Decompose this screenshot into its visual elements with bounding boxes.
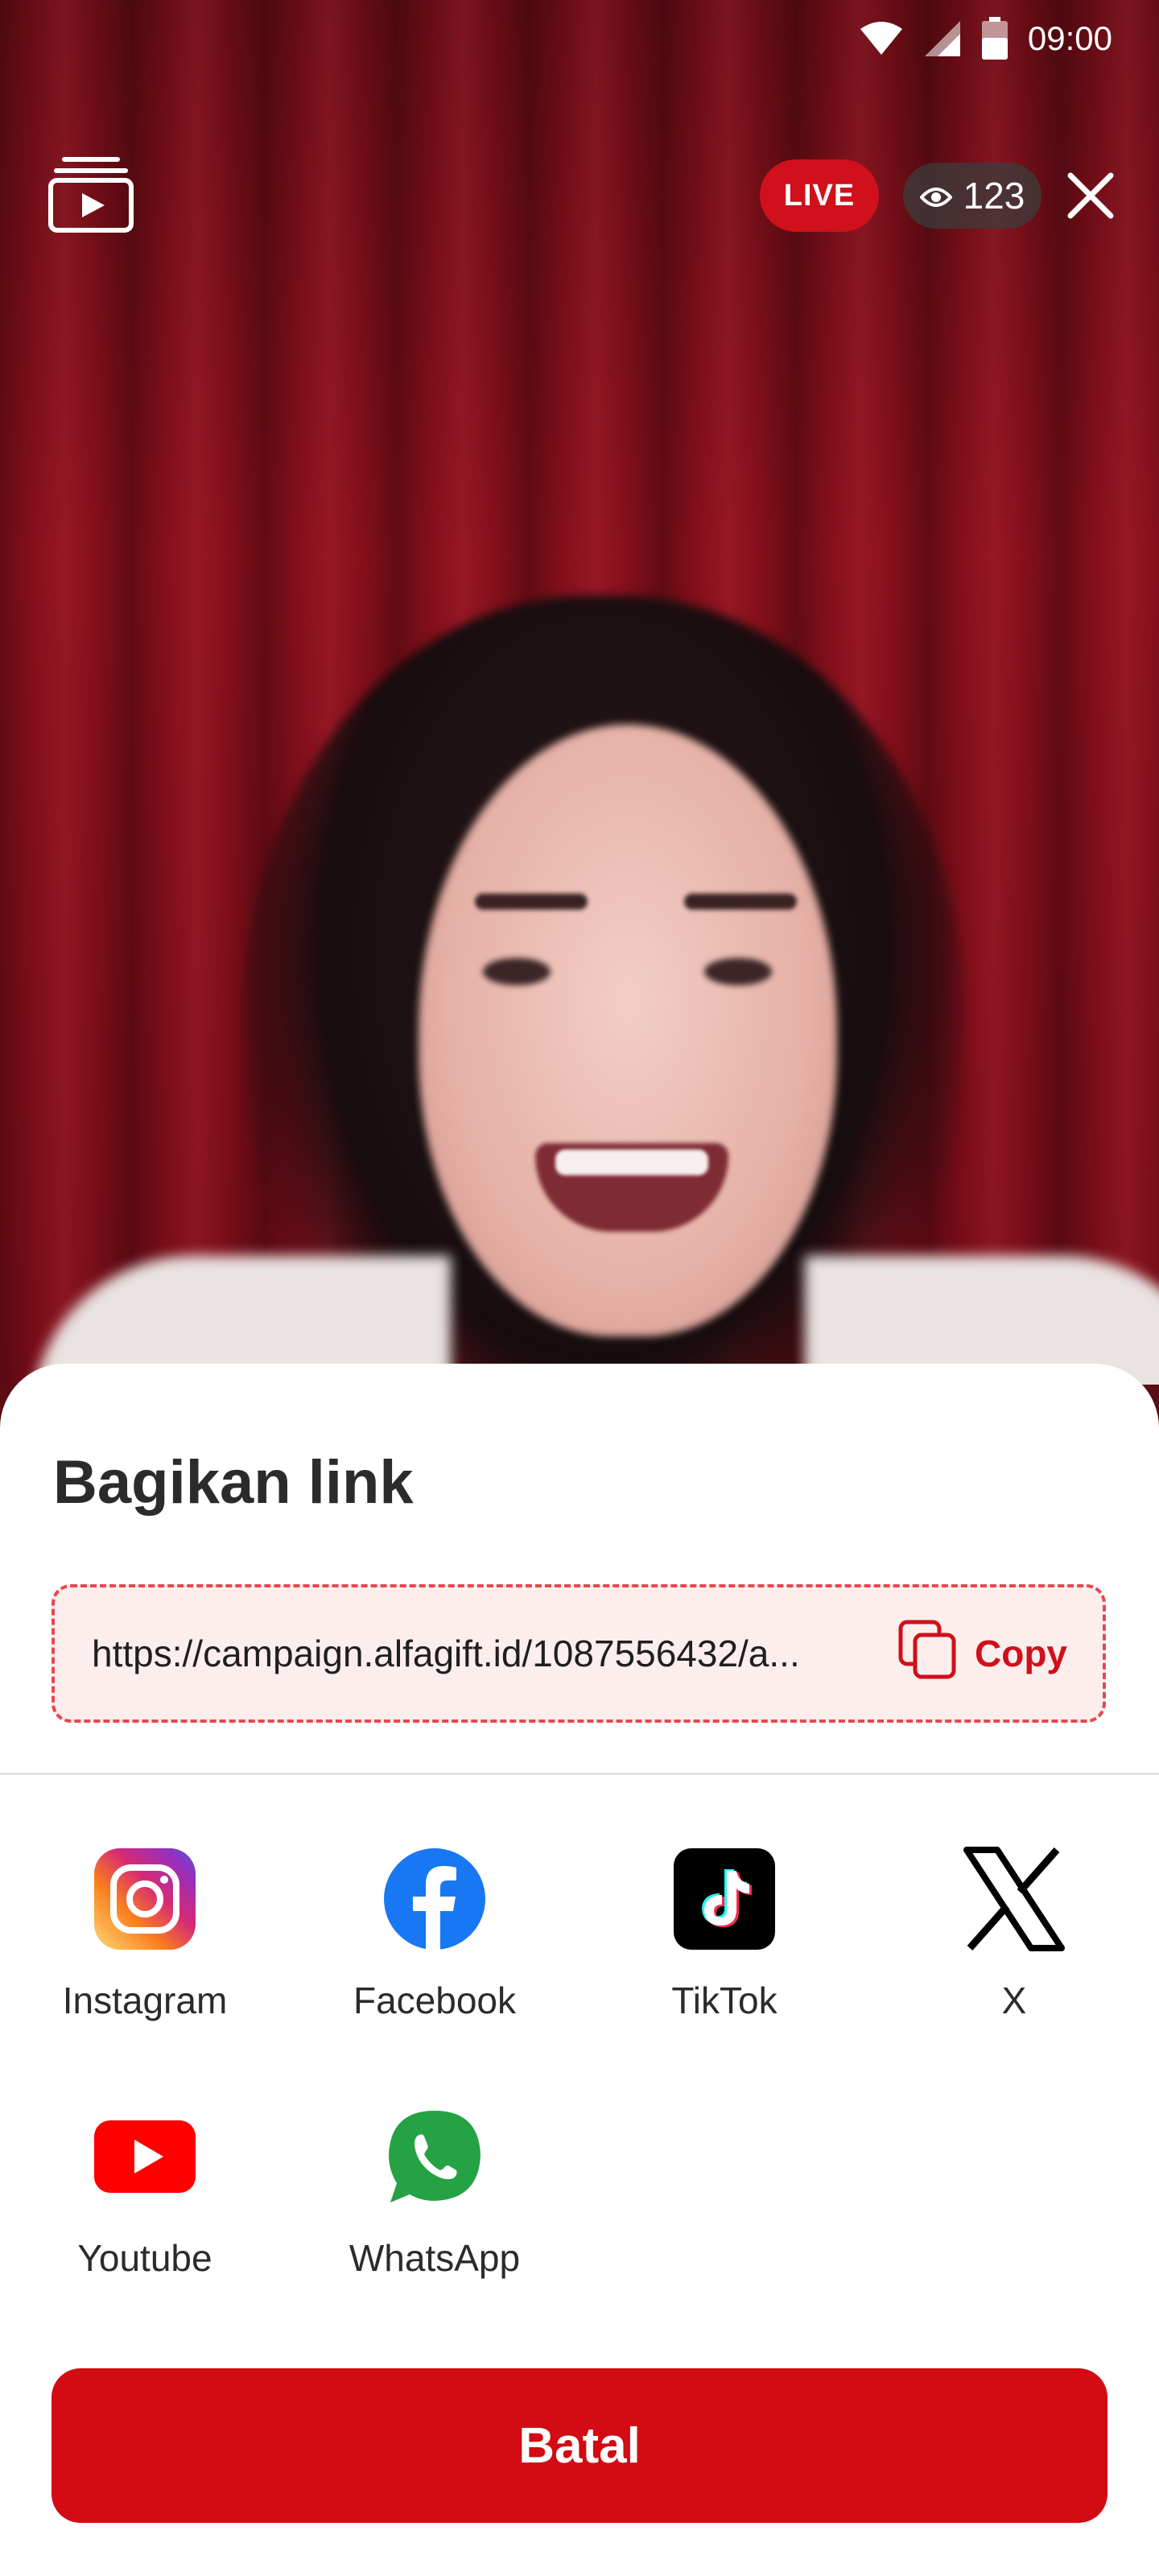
share-facebook[interactable]: Facebook: [314, 1847, 555, 2022]
viewer-count-badge: 123: [903, 163, 1041, 229]
video-playlist-icon[interactable]: [47, 153, 135, 233]
instagram-icon: [93, 1847, 197, 1951]
cellular-signal-icon: [923, 19, 962, 58]
video-person-teeth: [555, 1150, 708, 1175]
share-label: Youtube: [77, 2237, 212, 2279]
tiktok-icon: [672, 1847, 777, 1951]
share-x[interactable]: X: [893, 1847, 1135, 2022]
wifi-icon: [859, 21, 904, 56]
share-label: Instagram: [62, 1979, 228, 2021]
video-person-face: [419, 724, 837, 1336]
video-person-brow-right: [684, 894, 797, 910]
share-label: Facebook: [353, 1979, 516, 2021]
facebook-icon: [382, 1847, 487, 1951]
copy-link-button[interactable]: Copy: [897, 1587, 1067, 1719]
sheet-title: Bagikan link: [53, 1448, 414, 1517]
divider: [0, 1773, 1159, 1775]
x-icon: [962, 1847, 1066, 1951]
share-tiktok[interactable]: TikTok: [604, 1847, 845, 2022]
share-whatsapp[interactable]: WhatsApp: [314, 2104, 555, 2280]
status-bar: 09:00: [859, 0, 1159, 77]
video-person-eye-left: [483, 958, 551, 985]
status-time: 09:00: [1027, 19, 1112, 57]
share-youtube[interactable]: Youtube: [24, 2104, 266, 2280]
live-badge: LIVE: [760, 159, 879, 232]
copy-icon: [897, 1619, 959, 1689]
cancel-button[interactable]: Batal: [52, 2368, 1107, 2523]
share-instagram[interactable]: Instagram: [24, 1847, 266, 2022]
copy-label: Copy: [975, 1633, 1067, 1674]
close-video-button[interactable]: [1064, 169, 1117, 222]
youtube-icon: [93, 2104, 197, 2209]
video-person-eye-right: [704, 958, 772, 985]
share-bottom-sheet: Bagikan link https://campaign.alfagift.i…: [0, 1364, 1159, 2576]
whatsapp-icon: [382, 2104, 487, 2209]
battery-icon: [981, 17, 1008, 60]
eye-icon: [918, 174, 953, 217]
share-label: X: [1001, 1979, 1027, 2021]
share-link-box: https://campaign.alfagift.id/1087556432/…: [52, 1584, 1106, 1723]
video-person-brow-left: [475, 894, 588, 910]
close-icon: [1067, 172, 1114, 219]
viewer-count: 123: [963, 175, 1025, 217]
share-link-url: https://campaign.alfagift.id/1087556432/…: [92, 1633, 800, 1674]
share-label: TikTok: [671, 1979, 777, 2021]
share-label: WhatsApp: [349, 2237, 521, 2279]
